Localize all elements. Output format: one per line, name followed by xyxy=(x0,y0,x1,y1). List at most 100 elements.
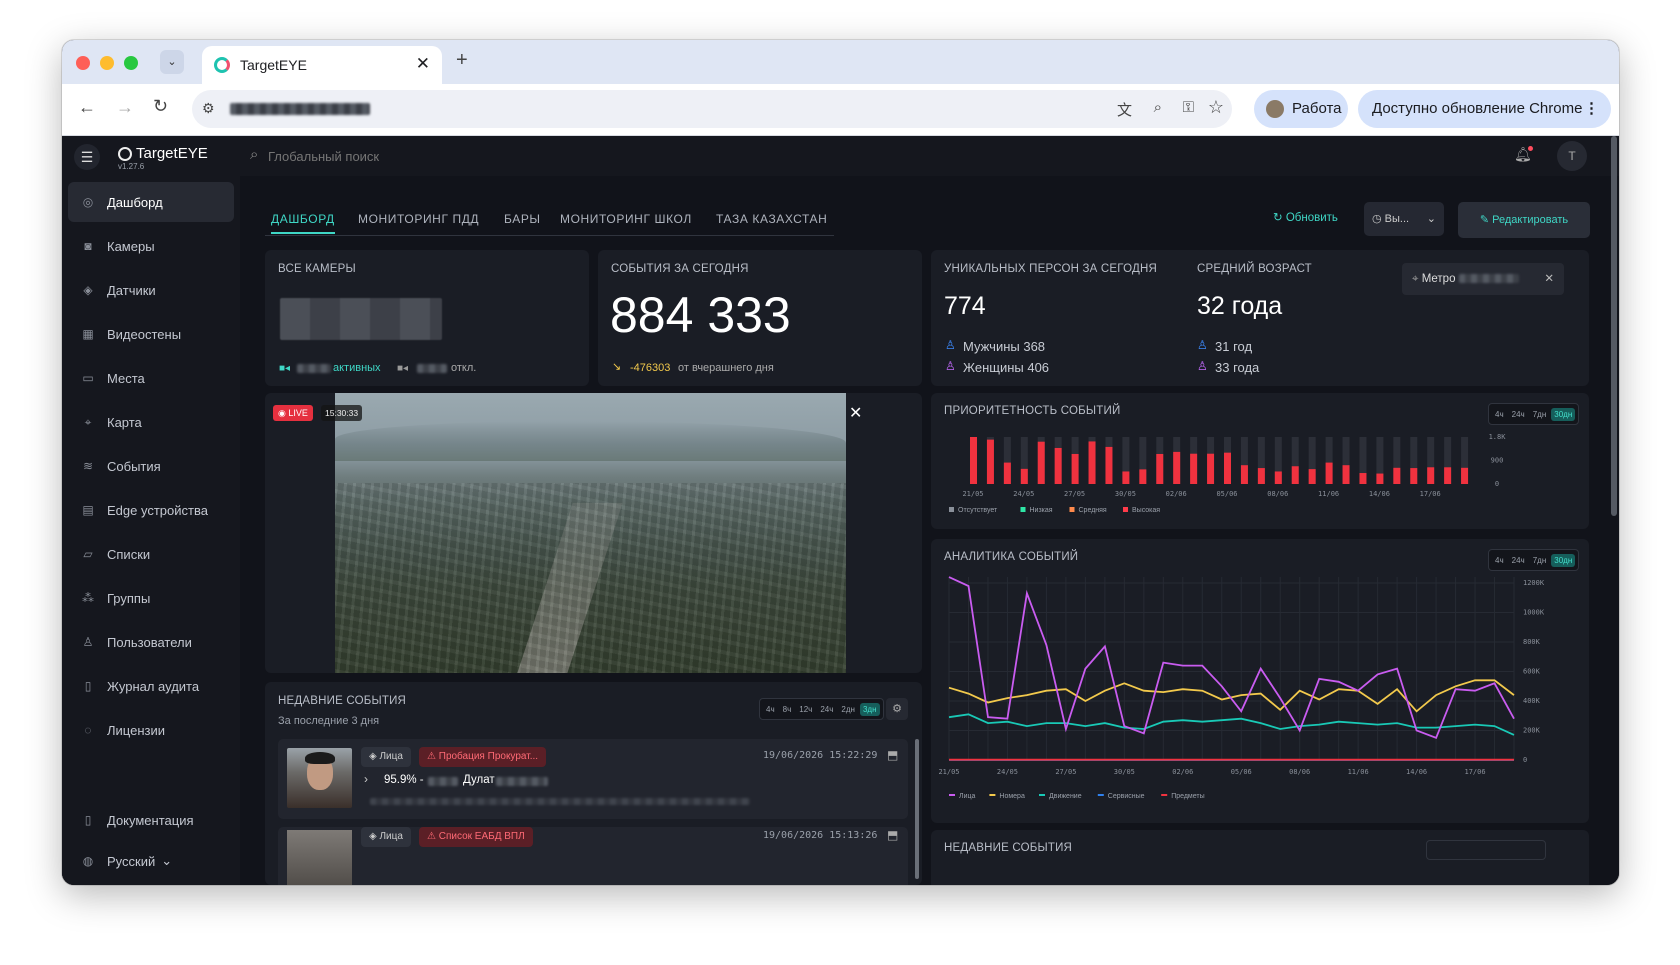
reload-icon[interactable]: ↻ xyxy=(153,96,168,117)
events-delta-label: от вчерашнего дня xyxy=(678,362,774,374)
camera-feed-image[interactable] xyxy=(335,393,846,673)
page-scrollbar[interactable] xyxy=(1611,136,1617,516)
app-version: v1.27.6 xyxy=(118,162,145,171)
sidebar-item[interactable]: ◌ Лицензии xyxy=(68,710,234,750)
refresh-button[interactable]: ↻ Обновить xyxy=(1273,210,1338,224)
menu-kebab-icon[interactable]: ⋮ xyxy=(1584,90,1599,128)
period-select[interactable]: ◷ Вы... ⌄ xyxy=(1364,202,1444,236)
priority-x-tick: 11/06 xyxy=(1318,490,1339,498)
recent-timerange[interactable]: 4ч 8ч 12ч 24ч 2дн 3дн xyxy=(759,698,884,720)
forward-icon[interactable]: → xyxy=(116,97,134,118)
city-texture xyxy=(335,483,846,673)
timerange-option[interactable]: 3дн xyxy=(859,702,880,716)
event-card[interactable]: ◈ Лица ⚠ Список ЕАБД ВПЛ 19/06/2026 15:1… xyxy=(278,827,908,885)
recent-settings-icon[interactable]: ⚙ xyxy=(886,698,908,720)
edit-button[interactable]: ✎ Редактировать xyxy=(1458,202,1590,238)
browser-tab[interactable]: TargetEYE ✕ xyxy=(202,46,442,84)
timerange-option[interactable]: 8ч xyxy=(780,703,795,716)
face-thumbnail[interactable] xyxy=(287,748,352,808)
sidebar-item[interactable]: ▭ Места xyxy=(68,358,234,398)
tab-close-icon[interactable]: ✕ xyxy=(416,54,430,74)
menu-hamburger-icon[interactable]: ☰ xyxy=(74,144,100,170)
new-tab-icon[interactable]: + xyxy=(456,49,468,72)
sidebar: ◎ Дашборд ◙ Камеры ◈ Датчики ▦ Видеостены ▭ Места… xyxy=(62,176,240,885)
notification-bell-icon[interactable]: 🔔︎ xyxy=(1514,146,1533,163)
chrome-update-button[interactable]: Доступно обновление Chrome ⋮ xyxy=(1358,90,1611,128)
priority-bar-high xyxy=(1291,466,1299,484)
close-window-icon[interactable] xyxy=(76,56,90,70)
priority-legend-swatch xyxy=(1123,507,1128,512)
sidebar-item[interactable]: ▦ Видеостены xyxy=(68,314,234,354)
zoom-icon[interactable]: ⌕ xyxy=(1154,99,1162,116)
site-settings-icon[interactable]: ⚙ xyxy=(202,100,215,117)
user-avatar[interactable]: T xyxy=(1557,141,1587,171)
group-icon: ⁂ xyxy=(82,591,94,605)
sidebar-item[interactable]: ▯ Журнал аудита xyxy=(68,666,234,706)
folder-icon: ▱ xyxy=(83,547,93,561)
sidebar-item[interactable]: ⌖ Карта xyxy=(68,402,234,442)
cameras-count-blurred xyxy=(280,298,442,340)
timerange-option[interactable]: 12ч xyxy=(796,703,815,716)
timerange-option[interactable]: 2дн xyxy=(838,703,858,716)
analytics-x-tick: 27/05 xyxy=(1055,768,1076,776)
priority-bar-high xyxy=(1308,469,1316,484)
translate-icon[interactable]: 文 xyxy=(1117,99,1132,120)
sidebar-item[interactable]: ≋ События xyxy=(68,446,234,486)
priority-bar-high xyxy=(1037,441,1045,484)
priority-bar-high xyxy=(970,437,977,484)
priority-bar-high xyxy=(1122,471,1130,484)
wifi-icon: ≋ xyxy=(82,459,94,473)
global-search-input[interactable] xyxy=(268,144,568,168)
analytics-y-tick: 1000K xyxy=(1523,609,1545,617)
filter-close-icon[interactable]: ✕ xyxy=(1544,263,1554,295)
close-video-icon[interactable]: ✕ xyxy=(849,403,862,423)
analytics-legend-swatch xyxy=(949,794,955,796)
bookmark-icon[interactable]: ⬒ xyxy=(887,748,898,762)
location-filter-chip[interactable]: ⌖ Метро ✕ xyxy=(1402,263,1564,295)
analytics-line-plates xyxy=(948,679,1515,713)
browser-window: ⌄ TargetEYE ✕ + ← → ↻ ⚙ 文 ⌕ ⚿ ☆ Работа Д… xyxy=(62,40,1619,885)
place-icon: ▭ xyxy=(82,371,94,385)
face-thumbnail[interactable] xyxy=(287,830,352,885)
analytics-line-motion xyxy=(948,713,1515,736)
recent2-timerange[interactable] xyxy=(1426,840,1546,860)
face-tag: ◈ Лица xyxy=(361,827,411,847)
expand-chevron-icon[interactable]: › xyxy=(364,772,368,786)
bookmark-icon[interactable]: ⬒ xyxy=(887,828,898,842)
refresh-label: Обновить xyxy=(1285,212,1338,224)
zoom-window-icon[interactable] xyxy=(124,56,138,70)
timerange-option[interactable]: 4ч xyxy=(763,703,778,716)
timerange-option[interactable]: 24ч xyxy=(817,703,836,716)
bookmark-star-icon[interactable]: ☆ xyxy=(1208,97,1224,118)
priority-x-tick: 27/05 xyxy=(1064,490,1085,498)
profile-label: Работа xyxy=(1292,100,1342,117)
sidebar-item[interactable]: ♙ Пользователи xyxy=(68,622,234,662)
minimize-window-icon[interactable] xyxy=(100,56,114,70)
profile-avatar xyxy=(1266,100,1284,118)
tab-taza[interactable]: ТАЗА КАЗАХСТАН xyxy=(716,212,827,226)
back-icon[interactable]: ← xyxy=(78,97,96,118)
url-field[interactable]: ⚙ 文 ⌕ ⚿ ☆ xyxy=(192,90,1232,128)
tab-traffic[interactable]: МОНИТОРИНГ ПДД xyxy=(358,212,479,226)
sidebar-item[interactable]: ◎ Дашборд xyxy=(68,182,234,222)
priority-legend-label: Средняя xyxy=(1079,507,1107,514)
key-icon[interactable]: ⚿ xyxy=(1183,99,1194,116)
event-card[interactable]: ◈ Лица ⚠ Пробация Прокурат... 19/06/2026… xyxy=(278,739,908,819)
sidebar-item[interactable]: ▤ Edge устройства xyxy=(68,490,234,530)
hair-shape xyxy=(305,752,335,764)
sidebar-item[interactable]: ◙ Камеры xyxy=(68,226,234,266)
tab-dashboard[interactable]: ДАШБОРД xyxy=(271,212,335,234)
sidebar-item[interactable]: ▱ Списки xyxy=(68,534,234,574)
tab-bars[interactable]: БАРЫ xyxy=(504,212,541,226)
sidebar-item[interactable]: ◈ Датчики xyxy=(68,270,234,310)
tab-list-dropdown-icon[interactable]: ⌄ xyxy=(160,50,184,74)
recent-scrollbar[interactable] xyxy=(915,739,919,879)
priority-legend-swatch xyxy=(949,507,954,512)
sidebar-item[interactable]: ⁂ Группы xyxy=(68,578,234,618)
priority-bar-high xyxy=(1207,453,1215,484)
globe-item[interactable]: ◍ Русский ⌄ xyxy=(68,841,234,881)
priority-legend-label: Отсутствует xyxy=(958,507,998,514)
profile-button[interactable]: Работа xyxy=(1254,90,1348,128)
tab-schools[interactable]: МОНИТОРИНГ ШКОЛ xyxy=(560,212,692,226)
docs-item[interactable]: ▯ Документация xyxy=(68,800,234,840)
